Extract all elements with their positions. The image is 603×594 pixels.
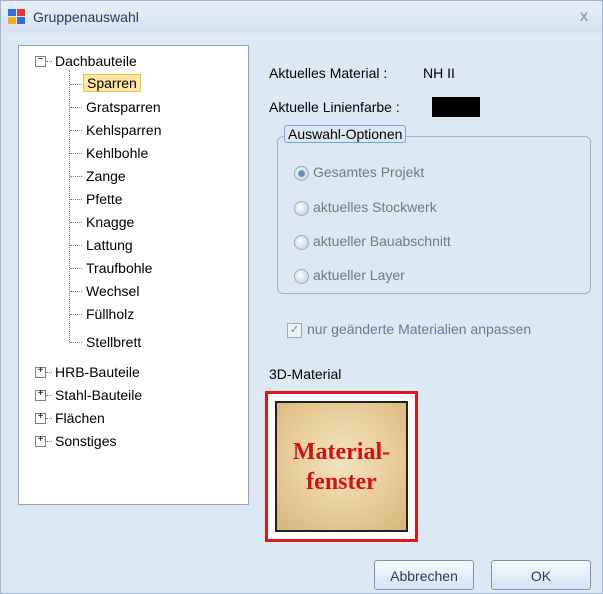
selected-label: Sparren <box>83 74 141 92</box>
line-color-swatch <box>432 97 480 117</box>
cancel-button[interactable]: Abbrechen <box>374 560 474 590</box>
tree-item-sonstiges[interactable]: Sonstiges <box>55 430 116 452</box>
window-title: Gruppenauswahl <box>33 9 139 25</box>
tree-item-wechsel[interactable]: Wechsel <box>86 280 139 302</box>
radio-label-aktuelles-stockwerk: aktuelles Stockwerk <box>313 199 437 215</box>
line-color-label: Aktuelle Linienfarbe : <box>269 99 400 115</box>
tree-connector <box>46 61 52 62</box>
material-preview-frame[interactable]: Material- fenster <box>265 391 418 542</box>
material-value: NH II <box>423 65 455 81</box>
material3d-label: 3D-Material <box>269 366 342 382</box>
radio-aktueller-layer[interactable] <box>294 269 309 284</box>
radio-label-aktueller-layer: aktueller Layer <box>313 267 405 283</box>
tree-item-flaechen[interactable]: Flächen <box>55 407 105 429</box>
collapse-icon[interactable]: − <box>35 56 46 67</box>
expand-icon[interactable]: + <box>35 390 46 401</box>
tree-item-traufbohle[interactable]: Traufbohle <box>86 257 152 279</box>
tree-item-stahl-bauteile[interactable]: Stahl-Bauteile <box>55 384 142 406</box>
radio-aktuelles-stockwerk[interactable] <box>294 201 309 216</box>
tree-item-sparren[interactable]: Sparren <box>83 73 141 93</box>
app-icon <box>8 9 26 25</box>
radio-gesamtes-projekt[interactable] <box>294 166 309 181</box>
tree-item-zange[interactable]: Zange <box>86 165 126 187</box>
expand-icon[interactable]: + <box>35 436 46 447</box>
tree-item-lattung[interactable]: Lattung <box>86 234 133 256</box>
tree-connector <box>69 70 70 342</box>
tree-item-hrb-bauteile[interactable]: HRB-Bauteile <box>55 361 140 383</box>
checkbox-label: nur geänderte Materialien anpassen <box>307 321 532 337</box>
dialog-window: Gruppenauswahl x − Dachbauteile Sparren … <box>0 0 603 594</box>
ok-button[interactable]: OK <box>491 560 591 590</box>
expand-icon[interactable]: + <box>35 413 46 424</box>
tree-item-gratsparren[interactable]: Gratsparren <box>86 96 161 118</box>
tree-item-knagge[interactable]: Knagge <box>86 211 134 233</box>
checkbox-nur-geaenderte[interactable]: ✓ <box>287 323 302 338</box>
material-preview-text-line1: Material- <box>292 438 391 465</box>
radio-label-aktueller-bauabschnitt: aktueller Bauabschnitt <box>313 233 451 249</box>
tree-item-stellbrett[interactable]: Stellbrett <box>86 331 141 353</box>
title-bar: Gruppenauswahl x <box>1 1 602 33</box>
expand-icon[interactable]: + <box>35 367 46 378</box>
radio-aktueller-bauabschnitt[interactable] <box>294 235 309 250</box>
tree-item-dachbauteile[interactable]: Dachbauteile <box>55 50 137 72</box>
tree-item-fuellholz[interactable]: Füllholz <box>86 303 134 325</box>
options-group-title: Auswahl-Optionen <box>284 125 407 143</box>
close-icon[interactable]: x <box>574 7 594 27</box>
tree-view[interactable]: − Dachbauteile Sparren Gratsparren Kehls… <box>18 45 249 505</box>
radio-label-gesamtes-projekt: Gesamtes Projekt <box>313 164 425 180</box>
tree-item-kehlsparren[interactable]: Kehlsparren <box>86 119 162 141</box>
material-label: Aktuelles Material : <box>269 65 388 81</box>
tree-item-kehlbohle[interactable]: Kehlbohle <box>86 142 148 164</box>
tree-item-pfette[interactable]: Pfette <box>86 188 123 210</box>
material-preview-text-line2: fenster <box>306 468 377 495</box>
material-preview: Material- fenster <box>275 401 408 532</box>
